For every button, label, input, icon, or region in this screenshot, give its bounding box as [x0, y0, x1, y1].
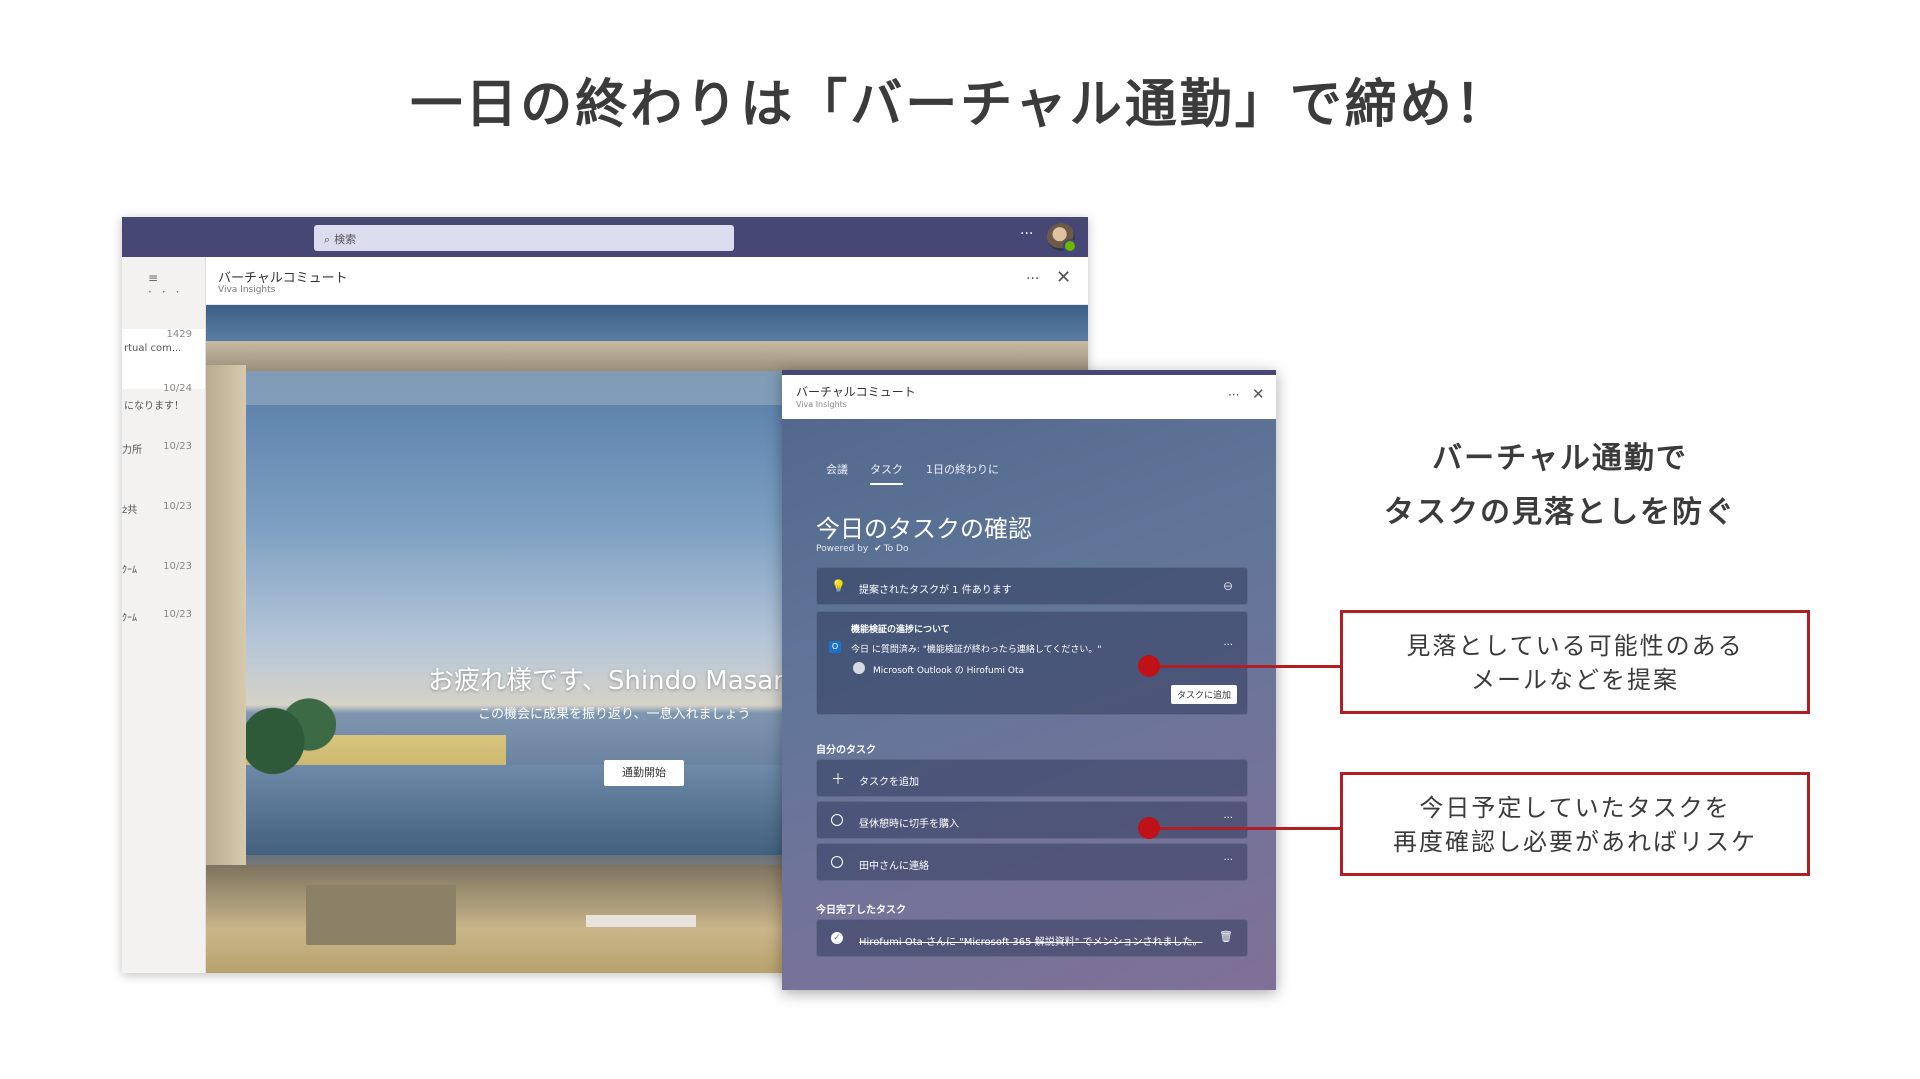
callout-box: 今日予定していたタスクを 再度確認し必要があればリスケ	[1340, 772, 1810, 876]
tab-meetings[interactable]: 会議	[826, 461, 848, 477]
powered-by: Powered by ✔ To Do	[816, 544, 909, 554]
tab-end-of-day[interactable]: 1日の終わりに	[926, 461, 999, 477]
more-icon[interactable]: ···	[1223, 855, 1233, 866]
plus-icon: ＋	[831, 772, 845, 788]
teams-top-bar: ⌕ 検索 ···	[122, 217, 1088, 257]
callout-marker	[1138, 817, 1160, 839]
viva-panel: バーチャルコミュート Viva Insights ··· ✕ 会議 タスク 1日…	[782, 370, 1276, 990]
trees-image	[246, 675, 336, 785]
list-item[interactable]: 1429 rtual com...	[122, 329, 205, 389]
search-input[interactable]: ⌕ 検索	[314, 225, 734, 251]
add-task-button[interactable]: ＋ タスクを追加	[816, 759, 1248, 797]
list-item[interactable]: ｸｰﾑ 10/23	[122, 561, 205, 591]
filter-icon[interactable]: ≡ ···	[148, 271, 205, 299]
panel-header: バーチャルコミュート Viva Insights ··· ✕	[782, 375, 1276, 419]
callout-connector	[1148, 827, 1340, 830]
list-item[interactable]: ż共 10/23	[122, 501, 205, 531]
more-icon[interactable]: ···	[1228, 388, 1239, 402]
avatar	[853, 662, 865, 674]
callout-connector	[1148, 665, 1340, 668]
more-icon[interactable]: ···	[1223, 640, 1233, 651]
mail-preview: 今日 に質問済み: "機能検証が終わったら連絡してください。"	[851, 645, 1102, 655]
panel-body: 会議 タスク 1日の終わりに 今日のタスクの確認 Powered by ✔ To D…	[782, 419, 1276, 990]
beam-image	[206, 341, 1088, 371]
slide-title: 一日の終わりは「バーチャル通勤」で締め！	[410, 75, 1510, 135]
task-checkbox[interactable]	[831, 856, 843, 868]
mail-source: Microsoft Outlook の Hirofumi Ota	[873, 666, 1024, 676]
collapse-icon[interactable]: ⊖	[1223, 579, 1233, 593]
list-item[interactable]: 力所 10/23	[122, 441, 205, 471]
app-header: バーチャルコミュート Viva Insights ··· ✕	[206, 257, 1088, 305]
lightbulb-icon: 💡	[831, 579, 846, 593]
panel-title: バーチャルコミュート	[796, 385, 916, 399]
close-icon[interactable]: ✕	[1252, 385, 1265, 403]
more-icon[interactable]: ···	[1020, 226, 1033, 242]
completed-tasks-label: 今日完了したタスク	[816, 905, 906, 916]
task-checkbox[interactable]	[831, 814, 843, 826]
suggested-tasks-bar[interactable]: 💡 提案されたタスクが 1 件あります ⊖	[816, 567, 1248, 605]
list-item[interactable]: 10/24 になります！	[122, 383, 205, 423]
app-title: バーチャルコミュート	[218, 271, 348, 286]
add-to-tasks-button[interactable]: タスクに追加	[1170, 685, 1237, 704]
mail-subject: 機能検証の進捗について	[851, 625, 950, 635]
check-icon: ✔	[874, 544, 882, 554]
callout-marker	[1138, 655, 1160, 677]
suggested-mail-card: 機能検証の進捗について O 今日 に質問済み: "機能検証が終わったら連絡してく…	[816, 611, 1248, 715]
more-icon[interactable]: ···	[1026, 271, 1039, 287]
bench-image	[306, 885, 456, 945]
trash-icon[interactable]: 🗑	[1219, 930, 1233, 943]
app-subtitle: Viva Insights	[218, 285, 276, 295]
table-image	[586, 915, 696, 927]
outlook-icon: O	[829, 641, 841, 653]
greeting-message: この機会に成果を振り返り、一息入れましょう	[478, 707, 751, 722]
greeting-text: お疲れ様です、Shindo Masaru	[428, 666, 801, 696]
close-icon[interactable]: ✕	[1056, 267, 1071, 288]
callout-box: 見落としている可能性のある メールなどを提案	[1340, 610, 1810, 714]
list-item[interactable]: ｸｰﾑ 10/23	[122, 609, 205, 639]
tab-tasks[interactable]: タスク	[870, 461, 903, 485]
checked-icon[interactable]: ✓	[831, 932, 843, 944]
my-tasks-label: 自分のタスク	[816, 745, 876, 756]
more-icon[interactable]: ···	[1223, 813, 1233, 824]
panel-subtitle: Viva Insights	[796, 400, 847, 409]
avatar[interactable]	[1047, 223, 1077, 253]
search-icon: ⌕	[324, 233, 331, 246]
side-heading: バーチャル通勤で タスクの見落としを防ぐ	[1384, 441, 1736, 530]
completed-task-item[interactable]: ✓ Hirofumi Ota さんに "Microsoft 365 解説資料" …	[816, 919, 1248, 957]
panel-heading: 今日のタスクの確認	[816, 515, 1032, 543]
task-item[interactable]: 昼休憩時に切手を購入 ···	[816, 801, 1248, 839]
task-item[interactable]: 田中さんに連絡 ···	[816, 843, 1248, 881]
chat-list: ≡ ··· 1429 rtual com... 10/24 になります！ 力所 …	[122, 257, 206, 973]
start-commute-button[interactable]: 通勤開始	[604, 760, 684, 786]
